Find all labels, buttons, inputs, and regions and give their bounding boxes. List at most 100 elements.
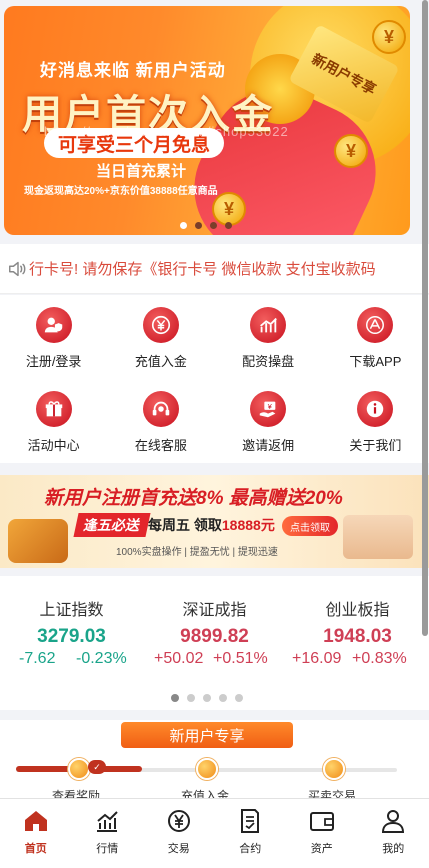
promo-strip[interactable]: 新用户注册首充送8% 最高赠送20% 逢五必送 每周五 领取18888元 点击领… (0, 475, 429, 568)
menu-item-2[interactable]: 配资操盘 (215, 307, 322, 391)
promo-footer: 100%实盘操作 | 提盈无忧 | 提现迅速 (116, 547, 278, 558)
coin-icon: ¥ (334, 134, 368, 168)
index-name: 上证指数 (39, 602, 104, 619)
banner-pagination (180, 222, 232, 229)
quick-menu: 注册/登录 充值入金 配资操盘 下载APP 活动中心 在线客服 ¥ 邀请返佣 关于我们 (0, 295, 429, 463)
home-icon (24, 811, 47, 831)
notice-bar[interactable]: 行卡号! 请勿保存《银行卡号 微信收款 支付宝收款码 (0, 244, 429, 294)
promo-headline: 新用户注册首充送8% 最高赠送20% (44, 488, 343, 509)
money-hand-icon: ¥ (250, 391, 287, 427)
coin-symbol: ¥ (345, 140, 356, 161)
pagination-dot[interactable] (225, 222, 232, 229)
gift-icon (35, 391, 72, 427)
menu-item-0[interactable]: 注册/登录 (0, 307, 107, 391)
promo-cta-button[interactable]: 点击领取 (282, 516, 338, 536)
index-card[interactable]: 上证指数 3279.03 (0, 596, 143, 648)
pagination-dot[interactable] (235, 694, 243, 702)
pagination-dot[interactable] (195, 222, 202, 229)
nav-label: 我的 (382, 843, 405, 855)
speaker-icon (9, 261, 26, 276)
new-user-title-button[interactable]: 新用户专享 (121, 722, 293, 748)
watermark: https://www.huzhan.com/ishop53022 (44, 124, 289, 139)
index-card[interactable]: 创业板指 1948.03 (286, 596, 429, 648)
step-coin-icon[interactable] (323, 758, 345, 780)
info-icon (357, 391, 394, 427)
promo-weekly: 每周五 领取18888元 (148, 515, 275, 535)
app-store-icon (357, 307, 394, 343)
menu-item-4[interactable]: 活动中心 (0, 391, 107, 475)
market-index-carousel[interactable]: 上证指数 3279.03 深证成指 9899.82 创业板指 1948.03 -… (0, 576, 429, 710)
menu-item-6[interactable]: ¥ 邀请返佣 (215, 391, 322, 475)
promo-amount: 18888元 (221, 517, 275, 533)
promo-weekly-text: 每周五 领取 (148, 517, 222, 533)
pagination-dot[interactable] (210, 222, 217, 229)
index-name: 深证成指 (182, 602, 247, 619)
pagination-dot[interactable] (180, 222, 187, 229)
menu-item-7[interactable]: 关于我们 (322, 391, 429, 475)
index-percent: +0.51% (213, 650, 268, 667)
index-change: -7.62 (19, 650, 56, 667)
nav-item-assets[interactable]: 资产 (286, 799, 358, 868)
banner-note: 现金返现高达20%+京东价值38888任意商品 (24, 186, 218, 197)
check-icon: ✓ (88, 760, 106, 774)
index-name: 创业板指 (325, 602, 390, 619)
podium-illustration (343, 515, 413, 559)
index-change: +50.02 (154, 650, 204, 667)
menu-item-5[interactable]: 在线客服 (107, 391, 214, 475)
index-card[interactable]: 深证成指 9899.82 (143, 596, 286, 648)
nav-item-market[interactable]: 行情 (72, 799, 144, 868)
nav-label: 交易 (167, 843, 190, 855)
index-change: +16.09 (292, 650, 342, 667)
menu-item-label: 关于我们 (349, 438, 402, 453)
step-coin-icon[interactable] (68, 758, 90, 780)
menu-item-label: 在线客服 (134, 438, 187, 453)
bar-chart-icon (250, 307, 287, 343)
coin-icon: ¥ (372, 20, 406, 54)
wallet-illustration (8, 519, 68, 563)
menu-item-label: 配资操盘 (242, 354, 295, 369)
nav-item-home[interactable]: 首页 (0, 799, 72, 868)
index-pagination (171, 694, 243, 702)
trade-yen-icon (167, 810, 190, 832)
contract-icon (241, 809, 260, 833)
banner-first-recharge: 当日首充累计 (96, 163, 187, 180)
menu-item-label: 充值入金 (134, 354, 187, 369)
banner-subtitle: 好消息来临 新用户活动 (40, 61, 226, 80)
menu-item-label: 下载APP (349, 354, 402, 369)
nav-label: 资产 (310, 843, 333, 855)
menu-item-label: 注册/登录 (25, 354, 82, 369)
index-price: 9899.82 (180, 626, 249, 647)
promo-badge: 逢五必送 (73, 513, 151, 537)
wallet-icon (309, 812, 334, 831)
menu-item-3[interactable]: 下载APP (322, 307, 429, 391)
nav-label: 合约 (239, 843, 262, 855)
pagination-dot[interactable] (203, 694, 211, 702)
index-percent: -0.23% (76, 650, 127, 667)
market-chart-icon (97, 811, 118, 832)
nav-item-contract[interactable]: 合约 (215, 799, 287, 868)
menu-item-label: 活动中心 (27, 438, 80, 453)
index-price: 1948.03 (323, 626, 392, 647)
nav-label: 首页 (24, 843, 47, 855)
step-coin-icon[interactable] (196, 758, 218, 780)
coin-symbol: ¥ (223, 198, 234, 219)
bottom-nav: 首页 行情 交易 合约 资产 我的 (0, 798, 429, 868)
pagination-dot[interactable] (219, 694, 227, 702)
new-user-section: 新用户专享 ✓ 查看奖励 充值入金 买卖交易 (0, 720, 429, 803)
headset-icon (142, 391, 179, 427)
profile-icon (382, 810, 405, 833)
nav-label: 行情 (96, 843, 119, 855)
menu-item-1[interactable]: 充值入金 (107, 307, 214, 391)
pagination-dot[interactable] (187, 694, 195, 702)
promo-banner-carousel[interactable]: ¥ ¥ ¥ 新用户专享 好消息来临 新用户活动 用户首次入金 可享受三个月免息 … (4, 6, 410, 235)
coin-symbol: ¥ (383, 26, 394, 47)
notice-text: 行卡号! 请勿保存《银行卡号 微信收款 支付宝收款码 (29, 261, 376, 278)
pagination-dot[interactable] (171, 694, 179, 702)
nav-item-trade[interactable]: 交易 (143, 799, 215, 868)
scrollbar[interactable] (422, 0, 428, 636)
index-price: 3279.03 (37, 626, 106, 647)
yen-icon (142, 307, 179, 343)
index-percent: +0.83% (352, 650, 407, 667)
coin-icon: ¥ (212, 192, 246, 226)
nav-item-profile[interactable]: 我的 (358, 799, 429, 868)
